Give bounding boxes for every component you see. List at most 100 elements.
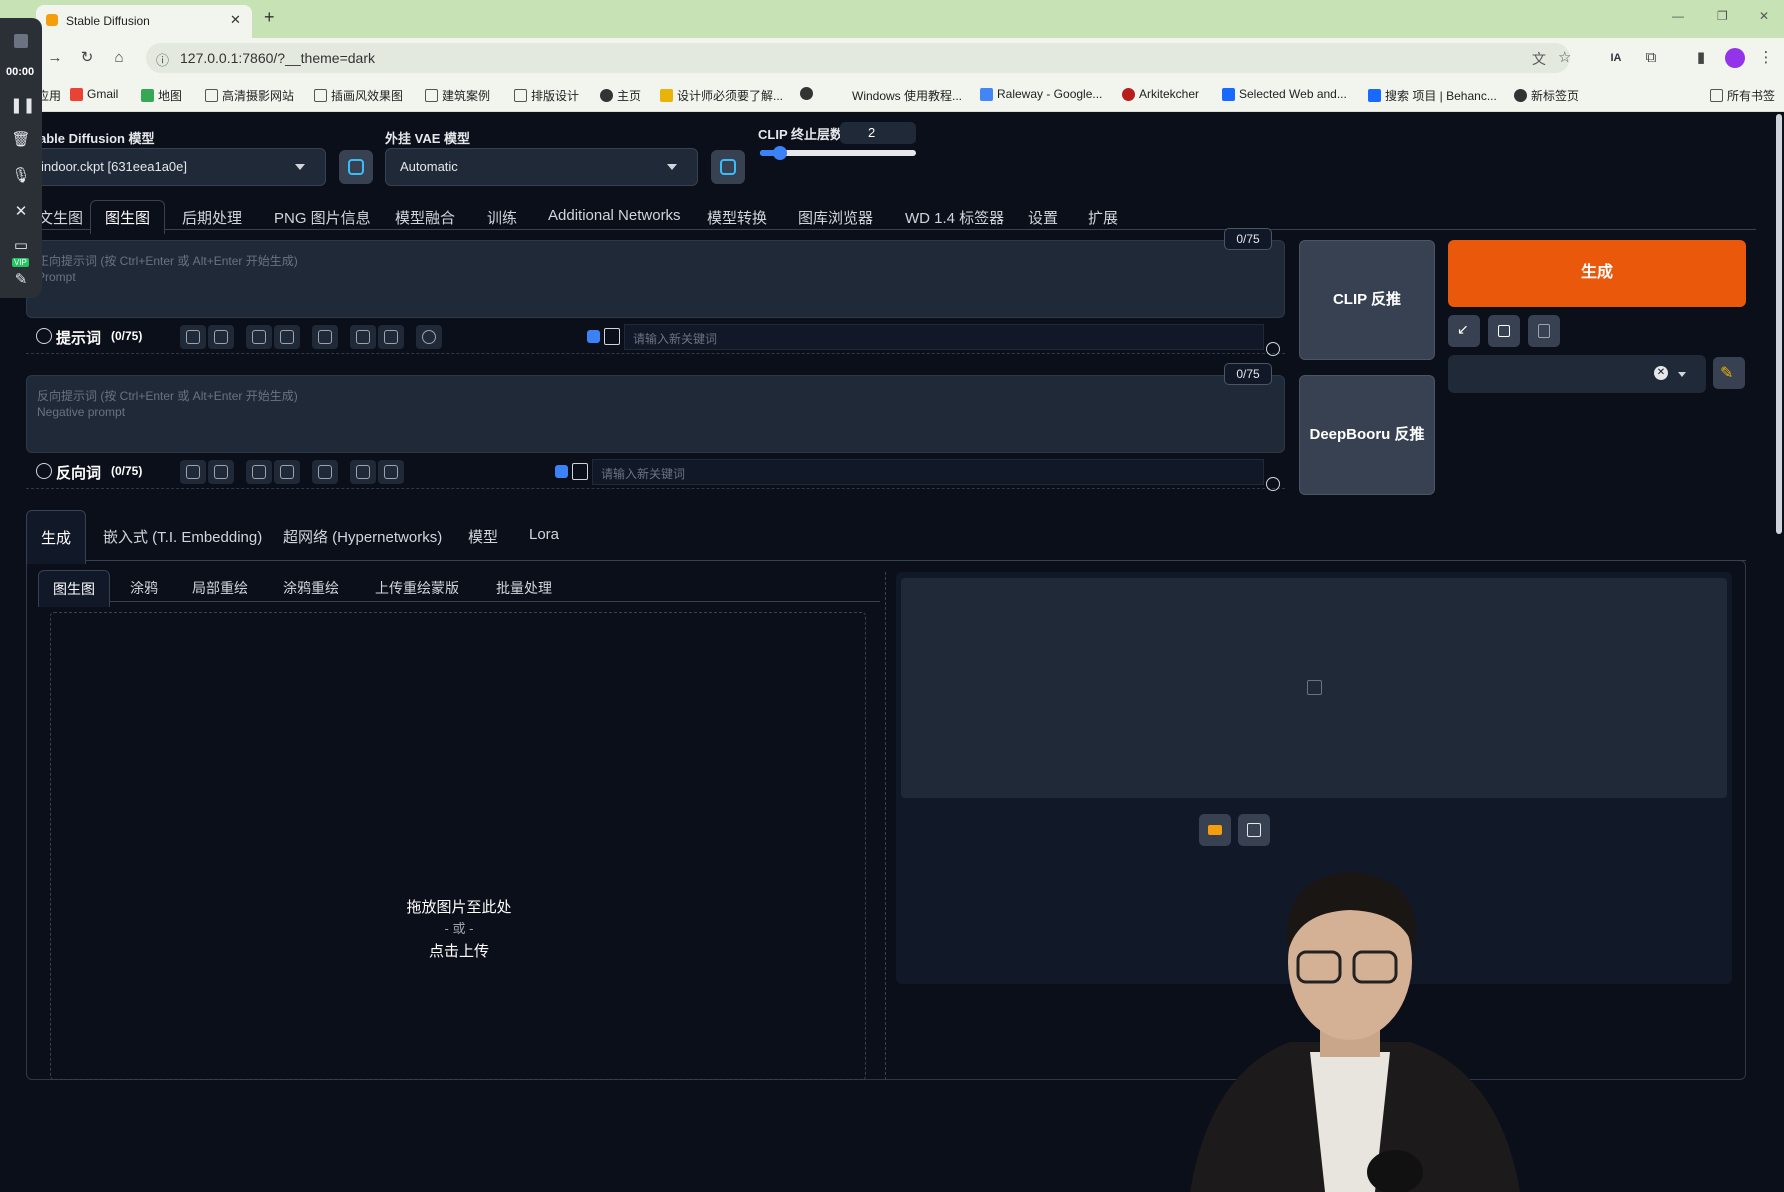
profile-avatar[interactable] xyxy=(1725,48,1745,68)
browser-menu-icon[interactable]: ⋮ xyxy=(1755,47,1777,69)
bookmark-gmail[interactable]: Gmail xyxy=(70,87,118,101)
mode-tab-sketch[interactable]: 涂鸦 xyxy=(130,578,158,598)
tab-close-icon[interactable]: ✕ xyxy=(230,12,241,28)
keyword-toggle[interactable] xyxy=(604,328,620,345)
address-bar[interactable]: ⓘ 127.0.0.1:7860/?__theme=dark 文 ☆ xyxy=(146,43,1571,73)
home-icon[interactable]: ⌂ xyxy=(108,47,130,69)
window-close-button[interactable]: ✕ xyxy=(1759,9,1769,23)
tab-image-browser[interactable]: 图库浏览器 xyxy=(798,207,873,228)
trash-icon[interactable]: 🗑 xyxy=(10,130,32,152)
bookmark-maps[interactable]: 地图 xyxy=(141,87,182,104)
keyword-toggle[interactable] xyxy=(572,463,588,480)
bookmark-tool-button[interactable] xyxy=(274,460,300,484)
chevron-up-circle-icon[interactable] xyxy=(1266,342,1280,356)
minimize-button[interactable]: — xyxy=(1672,9,1684,23)
copy-tool-button[interactable] xyxy=(350,460,376,484)
page-scrollbar[interactable] xyxy=(1774,112,1784,1080)
clip-skip-slider-thumb[interactable] xyxy=(773,146,788,160)
load-tool-button[interactable] xyxy=(246,460,272,484)
tab-model-converter[interactable]: 模型转换 xyxy=(707,207,767,228)
openai-tool-button[interactable] xyxy=(416,325,442,349)
generate-button[interactable]: 生成 xyxy=(1448,240,1746,307)
tab-train[interactable]: 训练 xyxy=(487,207,517,228)
translate-tool-button[interactable] xyxy=(180,325,206,349)
side-panel-icon[interactable]: ▮ xyxy=(1690,47,1712,69)
scrollbar-thumb[interactable] xyxy=(1776,114,1782,534)
mode-tab-img2img[interactable]: 图生图 xyxy=(38,570,110,607)
tab-settings[interactable]: 设置 xyxy=(1028,207,1058,228)
tab-png-info[interactable]: PNG 图片信息 xyxy=(274,207,371,228)
subtab-lora[interactable]: Lora xyxy=(529,526,559,543)
delete-button[interactable] xyxy=(1528,315,1560,347)
clip-interrogate-button[interactable]: CLIP 反推 xyxy=(1299,240,1435,360)
clip-skip-slider[interactable] xyxy=(760,146,916,160)
settings-tool-button[interactable] xyxy=(208,460,234,484)
extensions-icon[interactable]: ⧉ xyxy=(1640,47,1662,69)
subtab-generate[interactable]: 生成 xyxy=(26,510,87,564)
stop-record-icon[interactable] xyxy=(10,34,32,56)
collapse-circle-icon[interactable] xyxy=(36,463,52,479)
clear-tool-button[interactable] xyxy=(378,460,404,484)
mode-tab-inpaint-sketch[interactable]: 涂鸦重绘 xyxy=(283,578,339,598)
negative-keyword-input[interactable]: 请输入新关键词 xyxy=(592,459,1264,485)
tab-img2img[interactable]: 图生图 xyxy=(90,200,166,234)
mode-tab-batch[interactable]: 批量处理 xyxy=(496,578,552,598)
tab-wd14-tagger[interactable]: WD 1.4 标签器 xyxy=(905,207,1004,228)
restore-button[interactable]: ❐ xyxy=(1717,9,1728,23)
save-button[interactable] xyxy=(1238,814,1270,846)
pen-icon[interactable]: ✎ xyxy=(10,270,32,292)
chevron-up-circle-icon[interactable] xyxy=(1266,477,1280,491)
deepbooru-interrogate-button[interactable]: DeepBooru 反推 xyxy=(1299,375,1435,495)
bookmark-folder-photo[interactable]: 高清摄影网站 xyxy=(205,87,294,104)
model-refresh-button[interactable] xyxy=(339,150,373,184)
load-tool-button[interactable] xyxy=(246,325,272,349)
bookmark-new-tab[interactable]: 新标签页 xyxy=(1514,87,1579,104)
browser-tab[interactable]: Stable Diffusion ✕ xyxy=(36,5,252,38)
bookmark-selected-web[interactable]: Selected Web and... xyxy=(1222,87,1347,101)
keyword-checkbox[interactable] xyxy=(587,330,600,343)
translate-icon[interactable]: 文 xyxy=(1532,49,1546,69)
tab-extras[interactable]: 后期处理 xyxy=(182,207,242,228)
prompt-textarea[interactable]: 正向提示词 (按 Ctrl+Enter 或 Alt+Enter 开始生成) Pr… xyxy=(26,240,1285,318)
microphone-icon[interactable]: 🎙 xyxy=(10,166,32,188)
tab-extensions[interactable]: 扩展 xyxy=(1088,207,1118,228)
mode-tab-inpaint[interactable]: 局部重绘 xyxy=(192,578,248,598)
clip-skip-input[interactable]: 2 xyxy=(840,122,916,144)
speaker-muted-icon[interactable]: ✕ xyxy=(10,202,32,224)
swap-tool-button[interactable] xyxy=(312,325,338,349)
bookmark-home[interactable]: 主页 xyxy=(600,87,641,104)
subtab-embedding[interactable]: 嵌入式 (T.I. Embedding) xyxy=(103,526,262,547)
bookmark-windows[interactable]: Windows 使用教程... xyxy=(852,87,962,104)
clear-tool-button[interactable] xyxy=(378,325,404,349)
extension-ia-icon[interactable]: IA xyxy=(1605,47,1627,69)
keyword-checkbox[interactable] xyxy=(555,465,568,478)
subtab-model[interactable]: 模型 xyxy=(468,526,498,547)
settings-tool-button[interactable] xyxy=(208,325,234,349)
bookmark-folder-illustration[interactable]: 插画风效果图 xyxy=(314,87,403,104)
tab-txt2img[interactable]: 文生图 xyxy=(38,207,83,228)
swap-tool-button[interactable] xyxy=(312,460,338,484)
clear-prompt-button[interactable] xyxy=(1488,315,1520,347)
bookmark-behance-search[interactable]: 搜索 项目 | Behanc... xyxy=(1368,87,1497,104)
mode-tab-inpaint-upload[interactable]: 上传重绘蒙版 xyxy=(375,578,459,598)
bookmark-raleway[interactable]: Raleway - Google... xyxy=(980,87,1102,101)
negative-prompt-textarea[interactable]: 反向提示词 (按 Ctrl+Enter 或 Alt+Enter 开始生成) Ne… xyxy=(26,375,1285,453)
bookmark-designer[interactable]: 设计师必须要了解... xyxy=(660,87,783,104)
collapse-circle-icon[interactable] xyxy=(36,328,52,344)
site-info-icon[interactable]: ⓘ xyxy=(156,50,169,69)
model-dropdown[interactable]: indoor.ckpt [631eea1a0e] xyxy=(26,148,326,186)
copy-tool-button[interactable] xyxy=(350,325,376,349)
vae-refresh-button[interactable] xyxy=(711,150,745,184)
edit-styles-button[interactable]: ✎ xyxy=(1713,357,1745,389)
bookmark-globe[interactable] xyxy=(800,87,817,100)
pause-icon[interactable]: ❚❚ xyxy=(10,96,35,118)
bookmark-folder-architecture[interactable]: 建筑案例 xyxy=(425,87,490,104)
translate-tool-button[interactable] xyxy=(180,460,206,484)
paste-params-button[interactable]: ↙ xyxy=(1448,315,1480,347)
tab-checkpoint-merger[interactable]: 模型融合 xyxy=(395,207,455,228)
styles-dropdown[interactable]: ✕ xyxy=(1448,355,1706,393)
vae-dropdown[interactable]: Automatic xyxy=(385,148,698,186)
prompt-keyword-input[interactable]: 请输入新关键词 xyxy=(624,324,1264,350)
bookmark-folder-layout[interactable]: 排版设计 xyxy=(514,87,579,104)
camera-icon[interactable]: ▭ xyxy=(10,236,32,258)
